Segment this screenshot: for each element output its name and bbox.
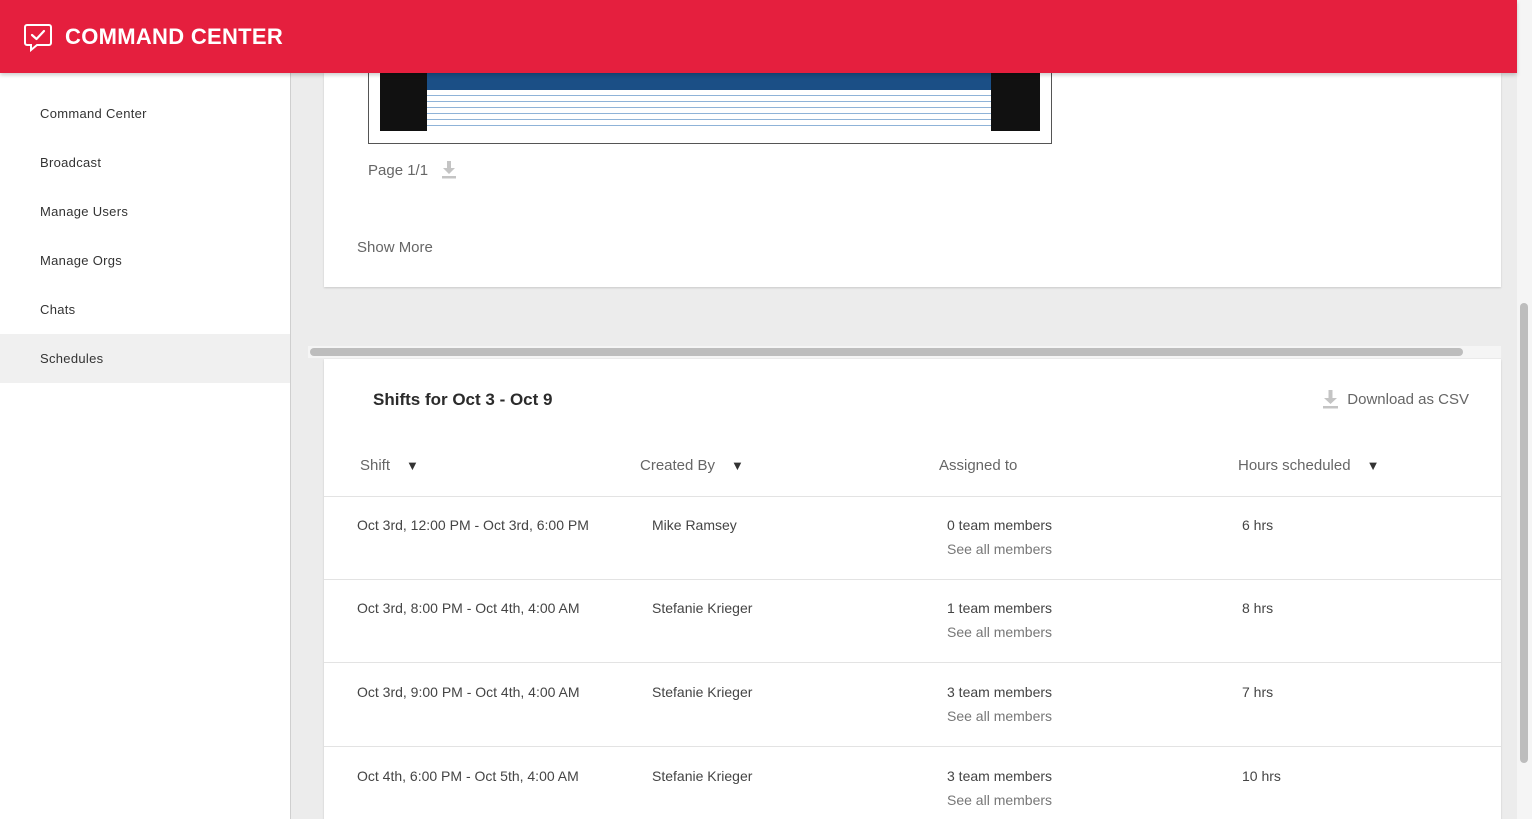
hours-scheduled: 6 hrs [1242, 517, 1274, 533]
table-row[interactable]: Oct 3rd, 12:00 PM - Oct 3rd, 6:00 PM Mik… [324, 497, 1501, 580]
see-all-members-link[interactable]: See all members [947, 708, 1052, 724]
app-title: COMMAND CENTER [65, 23, 284, 49]
column-header-shift[interactable]: Shift ▼ [360, 457, 419, 474]
sort-down-icon[interactable]: ▼ [406, 458, 419, 473]
sidebar-nav-list: Command Center Broadcast Manage Users Ma… [0, 73, 290, 383]
horizontal-scrollbar[interactable] [308, 346, 1501, 358]
download-icon[interactable] [442, 161, 457, 179]
main-content: Page 1/1 Show More Shifts for Oct 3 - Oc… [292, 73, 1517, 819]
schedule-preview-image [380, 73, 1040, 131]
horizontal-scrollbar-thumb[interactable] [310, 348, 1463, 356]
spreadsheet-thumbnail [427, 73, 991, 131]
chat-check-icon[interactable] [22, 21, 54, 53]
column-header-assigned-to: Assigned to [939, 457, 1017, 474]
schedule-preview-card: Page 1/1 Show More [324, 73, 1501, 287]
hours-scheduled: 7 hrs [1242, 684, 1274, 700]
created-by: Stefanie Krieger [652, 768, 753, 784]
show-more-link[interactable]: Show More [357, 239, 433, 256]
assigned-count: 3 team members [947, 684, 1053, 700]
table-row[interactable]: Oct 3rd, 9:00 PM - Oct 4th, 4:00 AM Stef… [324, 664, 1501, 747]
sidebar-item-broadcast[interactable]: Broadcast [0, 138, 290, 187]
shift-time: Oct 4th, 6:00 PM - Oct 5th, 4:00 AM [357, 768, 579, 784]
spreadsheet-rows [427, 90, 991, 131]
shifts-card: Shifts for Oct 3 - Oct 9 Download as CSV… [324, 359, 1501, 819]
sidebar-item-manage-orgs[interactable]: Manage Orgs [0, 236, 290, 285]
column-header-hours[interactable]: Hours scheduled ▼ [1238, 457, 1379, 474]
download-icon [1323, 390, 1339, 409]
download-csv-button[interactable]: Download as CSV [1323, 390, 1469, 409]
page-indicator: Page 1/1 [368, 161, 457, 179]
vertical-scrollbar-thumb[interactable] [1520, 303, 1528, 763]
sidebar-item-chats[interactable]: Chats [0, 285, 290, 334]
shift-time: Oct 3rd, 9:00 PM - Oct 4th, 4:00 AM [357, 684, 580, 700]
hours-scheduled: 8 hrs [1242, 600, 1274, 616]
hours-scheduled: 10 hrs [1242, 768, 1281, 784]
see-all-members-link[interactable]: See all members [947, 541, 1052, 557]
shifts-title: Shifts for Oct 3 - Oct 9 [373, 390, 553, 409]
assigned-count: 3 team members [947, 768, 1053, 784]
assigned-cell: 0 team members See all members [947, 517, 1052, 557]
schedule-preview-frame[interactable] [368, 73, 1052, 144]
assigned-cell: 1 team members See all members [947, 600, 1052, 640]
column-header-hours-label: Hours scheduled [1238, 457, 1351, 474]
sidebar-item-manage-users[interactable]: Manage Users [0, 187, 290, 236]
assigned-count: 0 team members [947, 517, 1053, 533]
column-header-created-by[interactable]: Created By ▼ [640, 457, 744, 474]
assigned-cell: 3 team members See all members [947, 684, 1052, 724]
created-by: Stefanie Krieger [652, 684, 753, 700]
table-row[interactable]: Oct 3rd, 8:00 PM - Oct 4th, 4:00 AM Stef… [324, 580, 1501, 663]
see-all-members-link[interactable]: See all members [947, 624, 1052, 640]
column-header-created-by-label: Created By [640, 457, 716, 474]
sidebar-item-schedules[interactable]: Schedules [0, 334, 290, 383]
created-by: Stefanie Krieger [652, 600, 753, 616]
shift-time: Oct 3rd, 12:00 PM - Oct 3rd, 6:00 PM [357, 517, 589, 533]
page-label: Page 1/1 [368, 161, 429, 179]
spreadsheet-header-band [427, 73, 991, 90]
created-by: Mike Ramsey [652, 517, 737, 533]
see-all-members-link[interactable]: See all members [947, 792, 1052, 808]
column-header-shift-label: Shift [360, 457, 391, 474]
shift-time: Oct 3rd, 8:00 PM - Oct 4th, 4:00 AM [357, 600, 580, 616]
assigned-count: 1 team members [947, 600, 1053, 616]
sort-down-icon[interactable]: ▼ [731, 458, 744, 473]
assigned-cell: 3 team members See all members [947, 768, 1052, 808]
sidebar-item-command-center[interactable]: Command Center [0, 89, 290, 138]
sort-down-icon[interactable]: ▼ [1367, 458, 1380, 473]
download-csv-label: Download as CSV [1347, 391, 1469, 408]
table-row[interactable]: Oct 4th, 6:00 PM - Oct 5th, 4:00 AM Stef… [324, 748, 1501, 819]
vertical-scrollbar[interactable] [1517, 0, 1532, 819]
top-app-bar: COMMAND CENTER [0, 0, 1517, 73]
column-header-assigned-to-label: Assigned to [939, 457, 1018, 474]
sidebar: Command Center Broadcast Manage Users Ma… [0, 73, 291, 819]
